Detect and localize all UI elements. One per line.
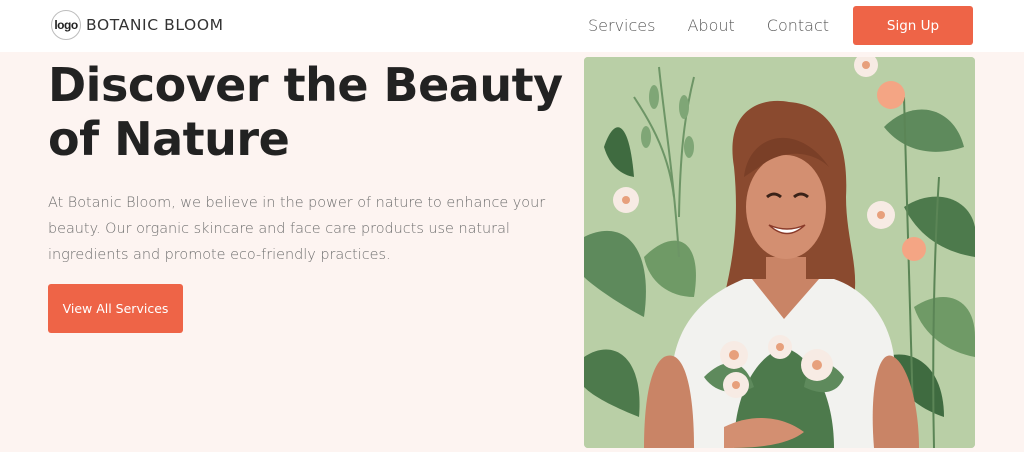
hero-illustration [584,57,975,448]
hero-title: Discover the Beauty of Nature [48,58,563,166]
view-all-services-button[interactable]: View All Services [48,284,183,333]
hero-description: At Botanic Bloom, we believe in the powe… [48,195,546,263]
logo-link[interactable]: logo BOTANIC BLOOM [51,10,224,40]
main-nav: Services About Contact [588,16,861,35]
site-header: logo BOTANIC BLOOM Services About Contac… [0,0,1024,52]
nav-link-about[interactable]: About [687,16,734,35]
brand-name: BOTANIC BLOOM [86,16,224,34]
nav-link-contact[interactable]: Contact [767,16,829,35]
nav-link-services[interactable]: Services [588,16,655,35]
sign-up-button[interactable]: Sign Up [853,6,973,45]
logo-icon: logo [51,10,81,40]
